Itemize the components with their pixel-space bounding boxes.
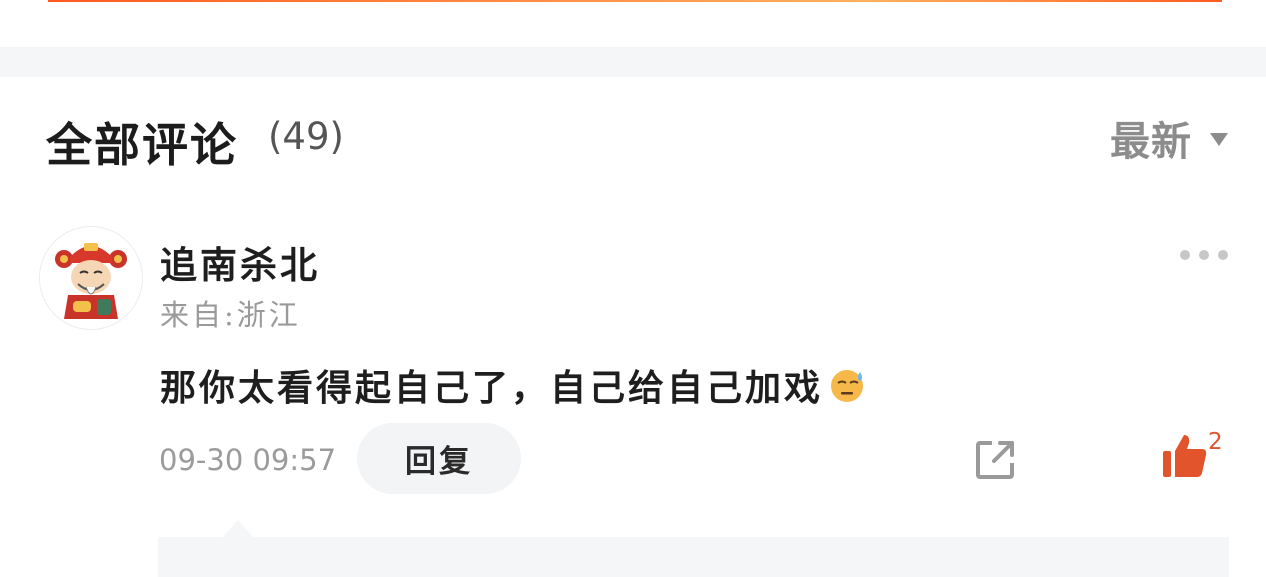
top-accent-strip [48,0,1222,2]
comments-count: (49) [268,115,344,158]
comment-item: 追南杀北 来自:浙江 那你太看得起自己了，自己给自己加戏 09-30 09:57… [0,225,1266,577]
section-divider [0,47,1266,77]
sweat-face-emoji-icon [831,370,864,402]
avatar[interactable] [39,226,143,330]
caret-down-icon [1210,132,1228,146]
comments-title: 全部评论 [46,118,238,172]
like-count: 2 [1208,429,1223,455]
sort-label: 最新 [1110,118,1192,165]
replies-preview-box[interactable] [158,537,1229,577]
god-of-wealth-avatar-icon [40,227,142,329]
reply-button[interactable]: 回复 [357,423,521,494]
more-dot [1218,250,1228,260]
replies-pointer [222,520,254,538]
more-dot [1199,250,1209,260]
more-dot [1180,250,1190,260]
sort-dropdown[interactable]: 最新 [1110,109,1228,167]
comment-timestamp: 09-30 09:57 [159,443,337,477]
user-location: 来自:浙江 [160,298,301,332]
comment-text: 那你太看得起自己了，自己给自己加戏 [160,367,824,409]
comment-body: 那你太看得起自己了，自己给自己加戏 [160,359,867,411]
reply-label: 回复 [405,444,473,480]
share-icon[interactable] [972,435,1020,483]
comments-header: 全部评论 (49) 最新 [0,77,1266,197]
more-dots-icon[interactable] [1180,249,1228,261]
username[interactable]: 追南杀北 [160,235,320,289]
